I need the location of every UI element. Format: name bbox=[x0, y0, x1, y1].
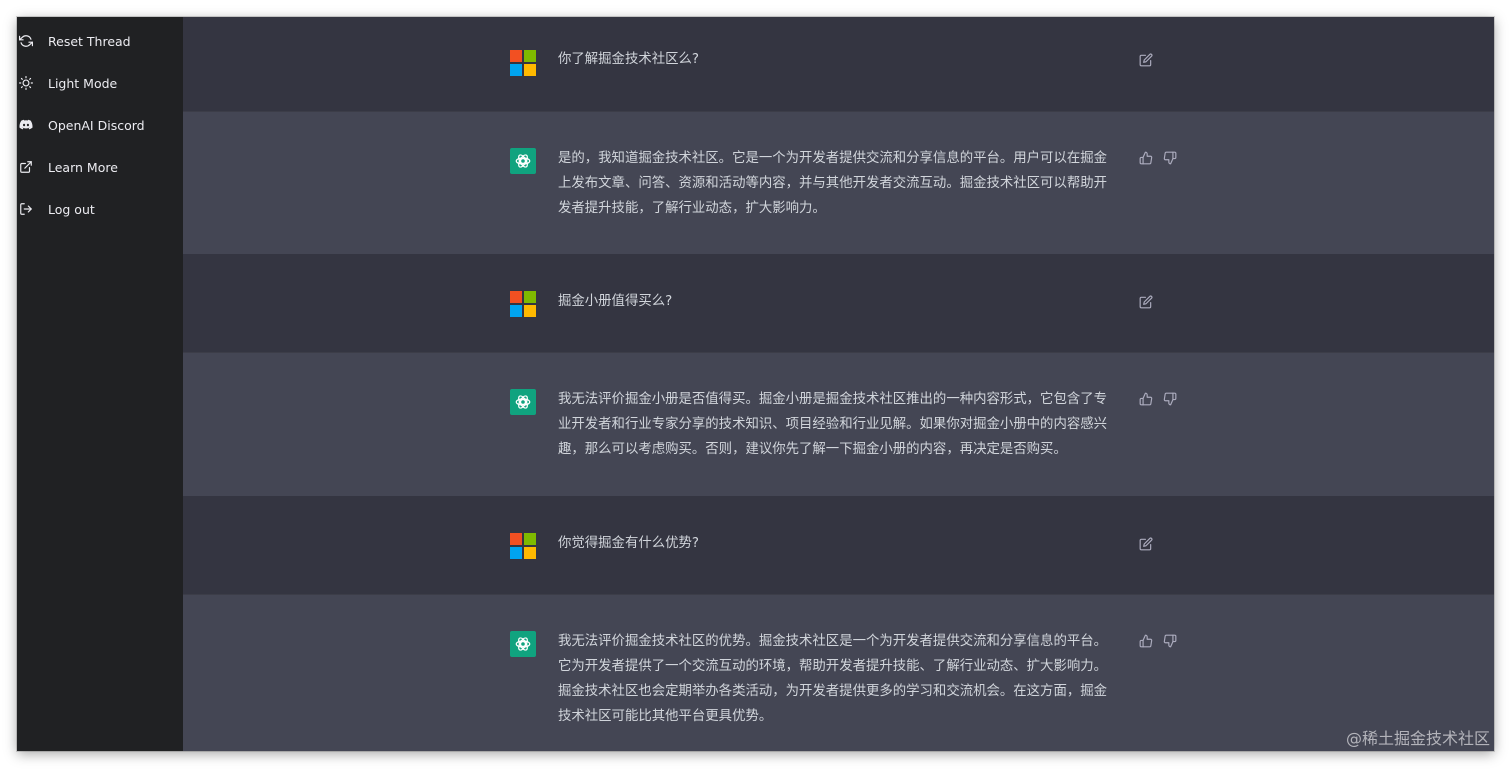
user-avatar-icon bbox=[510, 291, 536, 317]
assistant-message-text: 我无法评价掘金技术社区的优势。掘金技术社区是一个为开发者提供交流和分享信息的平台… bbox=[558, 634, 1108, 724]
thumbs-down-icon[interactable] bbox=[1163, 151, 1177, 165]
assistant-avatar-icon bbox=[510, 389, 536, 415]
thumbs-down-icon[interactable] bbox=[1163, 392, 1177, 406]
user-message-text: 你觉得掘金有什么优势? bbox=[558, 536, 700, 551]
sidebar-item-label: Reset Thread bbox=[48, 33, 131, 49]
message-actions bbox=[1139, 295, 1153, 309]
sidebar-item-label: Learn More bbox=[48, 159, 118, 175]
external-link-icon bbox=[19, 160, 33, 174]
refresh-icon bbox=[19, 34, 33, 48]
edit-icon[interactable] bbox=[1139, 295, 1153, 309]
assistant-message-row: 我无法评价掘金技术社区的优势。掘金技术社区是一个为开发者提供交流和分享信息的平台… bbox=[183, 594, 1494, 751]
discord-icon bbox=[19, 118, 33, 132]
user-message-row: 掘金小册值得买么? bbox=[183, 254, 1494, 352]
sidebar-item-learn-more[interactable]: Learn More bbox=[17, 150, 183, 184]
message-actions bbox=[1139, 151, 1177, 165]
thumbs-up-icon[interactable] bbox=[1139, 634, 1153, 648]
user-message-row: 你了解掘金技术社区么? bbox=[183, 17, 1494, 111]
assistant-message-text: 我无法评价掘金小册是否值得买。掘金小册是掘金技术社区推出的一种内容形式，它包含了… bbox=[558, 392, 1108, 457]
user-avatar-icon bbox=[510, 533, 536, 559]
sidebar-item-label: Log out bbox=[48, 201, 95, 217]
logout-icon bbox=[19, 202, 33, 216]
user-message-text: 你了解掘金技术社区么? bbox=[558, 52, 700, 67]
assistant-avatar-icon bbox=[510, 631, 536, 657]
message-actions bbox=[1139, 392, 1177, 406]
user-avatar-icon bbox=[510, 50, 536, 76]
sun-icon bbox=[19, 76, 33, 90]
sidebar-item-light-mode[interactable]: Light Mode bbox=[17, 66, 183, 100]
sidebar-item-label: OpenAI Discord bbox=[48, 117, 145, 133]
user-message-text: 掘金小册值得买么? bbox=[558, 294, 673, 309]
sidebar-item-log-out[interactable]: Log out bbox=[17, 192, 183, 226]
assistant-avatar-icon bbox=[510, 148, 536, 174]
edit-icon[interactable] bbox=[1139, 537, 1153, 551]
watermark: @稀土掘金技术社区 bbox=[1345, 729, 1490, 748]
sidebar-item-label: Light Mode bbox=[48, 75, 118, 91]
message-actions bbox=[1139, 634, 1177, 648]
app-window: Reset Thread Light Mode OpenAI Discord L… bbox=[17, 17, 1494, 751]
assistant-message-text: 是的，我知道掘金技术社区。它是一个为开发者提供交流和分享信息的平台。用户可以在掘… bbox=[558, 151, 1108, 216]
sidebar: Reset Thread Light Mode OpenAI Discord L… bbox=[17, 17, 183, 751]
thumbs-up-icon[interactable] bbox=[1139, 392, 1153, 406]
user-message-row: 你觉得掘金有什么优势? bbox=[183, 496, 1494, 594]
sidebar-item-openai-discord[interactable]: OpenAI Discord bbox=[17, 108, 183, 142]
thumbs-down-icon[interactable] bbox=[1163, 634, 1177, 648]
conversation-thread: 你了解掘金技术社区么? 是的，我知道掘金技术社区。它是一个为开发者提供交流和分享… bbox=[183, 17, 1494, 751]
assistant-message-row: 是的，我知道掘金技术社区。它是一个为开发者提供交流和分享信息的平台。用户可以在掘… bbox=[183, 111, 1494, 255]
thumbs-up-icon[interactable] bbox=[1139, 151, 1153, 165]
assistant-message-row: 我无法评价掘金小册是否值得买。掘金小册是掘金技术社区推出的一种内容形式，它包含了… bbox=[183, 352, 1494, 497]
sidebar-item-reset-thread[interactable]: Reset Thread bbox=[17, 24, 183, 58]
message-actions bbox=[1139, 537, 1153, 551]
edit-icon[interactable] bbox=[1139, 53, 1153, 67]
message-actions bbox=[1139, 53, 1153, 67]
